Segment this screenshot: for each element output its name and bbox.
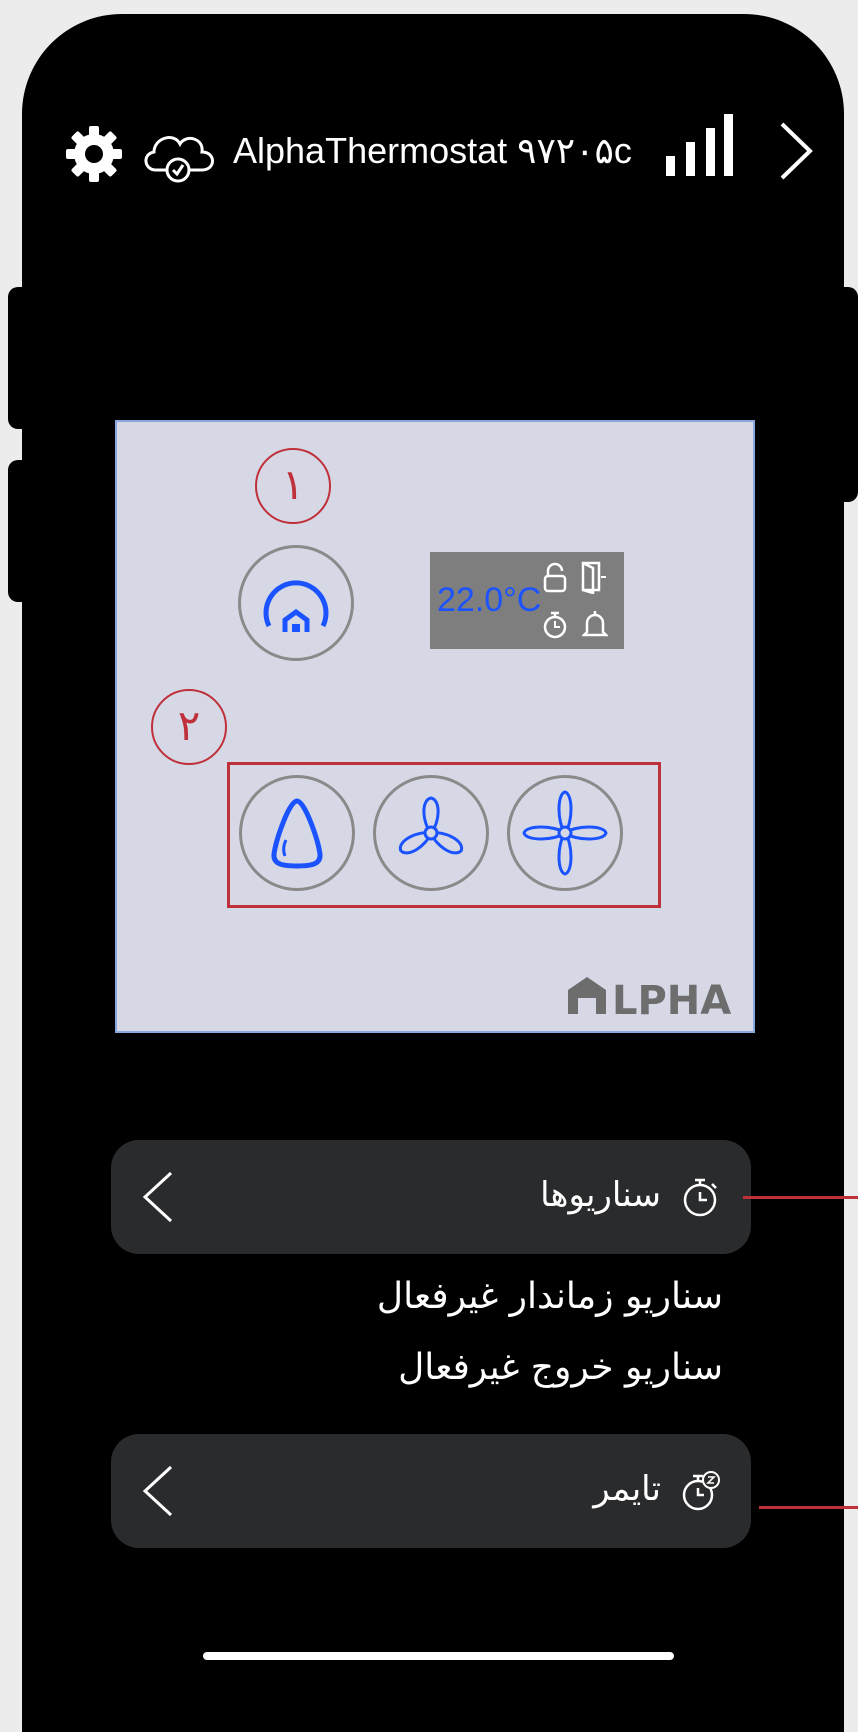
alpha-logo: LPHA	[566, 974, 742, 1024]
home-mode-button[interactable]	[238, 545, 354, 661]
side-button-volume-down	[8, 460, 38, 602]
door-icon	[581, 561, 606, 594]
chevron-left-icon	[142, 1465, 173, 1517]
home-indicator[interactable]	[203, 1652, 674, 1660]
marker-1: ۱	[255, 448, 331, 524]
unlock-icon	[543, 562, 567, 593]
marker-2: ۲	[151, 689, 227, 765]
stopwatch-icon	[683, 1178, 717, 1217]
thermostat-display: 22.0°C	[430, 552, 624, 649]
water-drop-icon	[271, 798, 323, 869]
home-mode-icon	[263, 580, 329, 632]
device-title: AlphaThermostat ۹۷۲۰۵c	[233, 130, 632, 171]
side-button-power	[826, 287, 858, 502]
water-drop-button[interactable]	[239, 775, 355, 891]
cloud-check-icon	[140, 124, 218, 184]
annotation-line-scenarios	[743, 1196, 858, 1199]
scenarios-row[interactable]: سناریوها	[111, 1140, 751, 1254]
timer-icon	[543, 611, 567, 639]
scenario-exit-status: سناریو خروج غیرفعال	[398, 1347, 723, 1388]
gear-icon[interactable]	[64, 124, 124, 184]
chevron-right-icon[interactable]	[776, 120, 816, 182]
sleep-timer-icon	[682, 1471, 720, 1511]
scenario-timed-status: سناریو زماندار غیرفعال	[376, 1276, 723, 1317]
fan-3-blade-button[interactable]	[373, 775, 489, 891]
bell-icon	[582, 611, 608, 637]
timer-label: تایمر	[593, 1469, 661, 1509]
chevron-left-icon	[142, 1171, 173, 1223]
logo-text: LPHA	[612, 978, 731, 1018]
signal-icon	[664, 112, 734, 178]
scenarios-label: سناریوها	[540, 1175, 661, 1215]
temperature-readout: 22.0°C	[437, 581, 542, 619]
timer-row[interactable]: تایمر	[111, 1434, 751, 1548]
fan-4-blade-icon	[522, 790, 608, 876]
fan-3-blade-icon	[398, 796, 464, 855]
fan-4-blade-button[interactable]	[507, 775, 623, 891]
side-button-volume-up	[8, 287, 38, 429]
annotation-line-timer	[759, 1506, 858, 1509]
